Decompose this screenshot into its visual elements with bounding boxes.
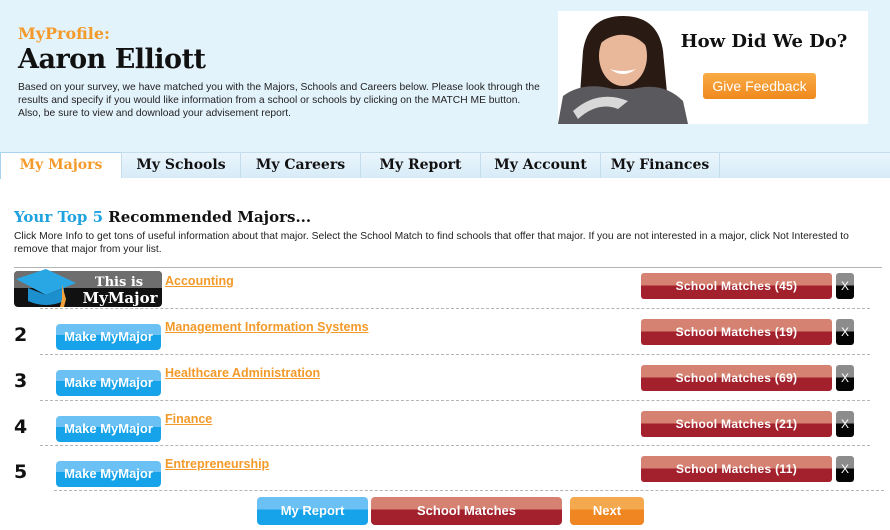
tab-bar-filler — [719, 152, 890, 178]
tab-my-careers[interactable]: My Careers — [240, 152, 360, 178]
not-interested-button[interactable]: X — [836, 365, 854, 391]
user-name: Aaron Elliott — [18, 44, 206, 75]
tab-my-majors[interactable]: My Majors — [0, 152, 121, 179]
school-matches-button[interactable]: School Matches (69) — [641, 365, 832, 391]
rank-number: 5 — [14, 461, 28, 483]
make-mymajor-button[interactable]: Make MyMajor — [56, 416, 161, 442]
badge-line1: This is — [95, 275, 143, 290]
promo-title: How Did We Do? — [680, 31, 848, 52]
not-interested-button[interactable]: X — [836, 273, 854, 299]
give-feedback-button[interactable]: Give Feedback — [703, 73, 816, 99]
major-link[interactable]: Management Information Systems — [165, 320, 369, 334]
section-title-rest: Recommended Majors... — [103, 208, 312, 226]
intro-text: Based on your survey, we have matched yo… — [18, 82, 540, 119]
row-divider — [54, 490, 884, 491]
tab-my-report[interactable]: My Report — [360, 152, 480, 178]
major-link[interactable]: Entrepreneurship — [165, 457, 269, 471]
school-matches-button[interactable]: School Matches (11) — [641, 456, 832, 482]
section-title-accent: Your Top 5 — [14, 208, 104, 226]
row-divider — [40, 308, 870, 309]
row-divider — [40, 354, 870, 355]
not-interested-button[interactable]: X — [836, 319, 854, 345]
tab-my-finances[interactable]: My Finances — [600, 152, 719, 178]
school-matches-button[interactable]: School Matches (19) — [641, 319, 832, 345]
major-link[interactable]: Finance — [165, 412, 212, 426]
make-mymajor-button[interactable]: Make MyMajor — [56, 370, 161, 396]
profile-header: MyProfile: Aaron Elliott Based on your s… — [0, 0, 890, 152]
rank-number: 2 — [14, 324, 28, 346]
tab-my-account[interactable]: My Account — [480, 152, 600, 178]
feedback-promo: How Did We Do? Give Feedback — [558, 11, 868, 124]
badge-line2: MyMajor — [83, 289, 159, 307]
school-matches-footer-button[interactable]: School Matches — [371, 497, 562, 525]
student-photo — [558, 11, 688, 124]
rank-number: 3 — [14, 370, 28, 392]
profile-label: MyProfile: — [18, 24, 110, 43]
section-title: Your Top 5 Recommended Majors... — [14, 208, 311, 226]
not-interested-button[interactable]: X — [836, 411, 854, 437]
make-mymajor-button[interactable]: Make MyMajor — [56, 324, 161, 350]
rank-number: 4 — [14, 416, 28, 438]
school-matches-button[interactable]: School Matches (21) — [641, 411, 832, 437]
school-matches-button[interactable]: School Matches (45) — [641, 273, 832, 299]
row-divider — [40, 400, 870, 401]
not-interested-button[interactable]: X — [836, 456, 854, 482]
major-link[interactable]: Healthcare Administration — [165, 366, 320, 380]
my-report-button[interactable]: My Report — [257, 497, 368, 525]
main-tabs: My Majors My Schools My Careers My Repor… — [0, 152, 890, 179]
tab-my-schools[interactable]: My Schools — [121, 152, 240, 178]
make-mymajor-button[interactable]: Make MyMajor — [56, 461, 161, 487]
row-divider — [40, 445, 870, 446]
this-is-mymajor-badge: This is MyMajor — [14, 269, 162, 307]
major-link[interactable]: Accounting — [165, 274, 234, 288]
next-button[interactable]: Next — [570, 497, 644, 525]
section-description: Click More Info to get tons of useful in… — [14, 231, 849, 255]
